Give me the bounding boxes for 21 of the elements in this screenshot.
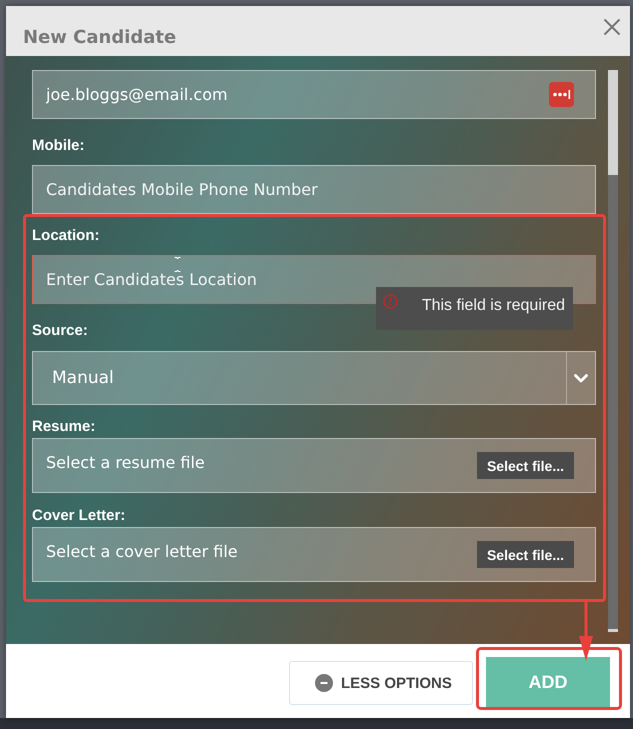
less-options-button[interactable]: LESS OPTIONS — [289, 661, 473, 705]
scrollbar-thumb[interactable] — [608, 175, 618, 629]
minus-circle-icon — [315, 674, 333, 692]
chevron-down-icon — [574, 374, 588, 382]
password-dots-icon[interactable] — [549, 82, 574, 107]
field-label: Source: — [32, 321, 88, 341]
file-field[interactable]: Select a cover letter file Select file... — [32, 527, 596, 582]
close-button[interactable] — [603, 18, 621, 36]
field-label: Resume: — [32, 417, 96, 437]
text-cursor-icon — [174, 257, 181, 272]
select-file-button[interactable]: Select file... — [476, 541, 574, 568]
select-field[interactable]: Manual — [32, 351, 596, 405]
alert-icon — [383, 294, 398, 309]
field-label: Mobile: — [32, 136, 84, 156]
field-label: Location: — [32, 226, 100, 246]
select-file-button[interactable]: Select file... — [476, 452, 574, 479]
scrollbar-track[interactable] — [608, 70, 618, 632]
dialog-title: New Candidate — [23, 26, 176, 50]
close-icon — [603, 18, 621, 36]
field-label: Cover Letter: — [32, 506, 126, 526]
file-field[interactable]: Select a resume file Select file... — [32, 438, 596, 493]
